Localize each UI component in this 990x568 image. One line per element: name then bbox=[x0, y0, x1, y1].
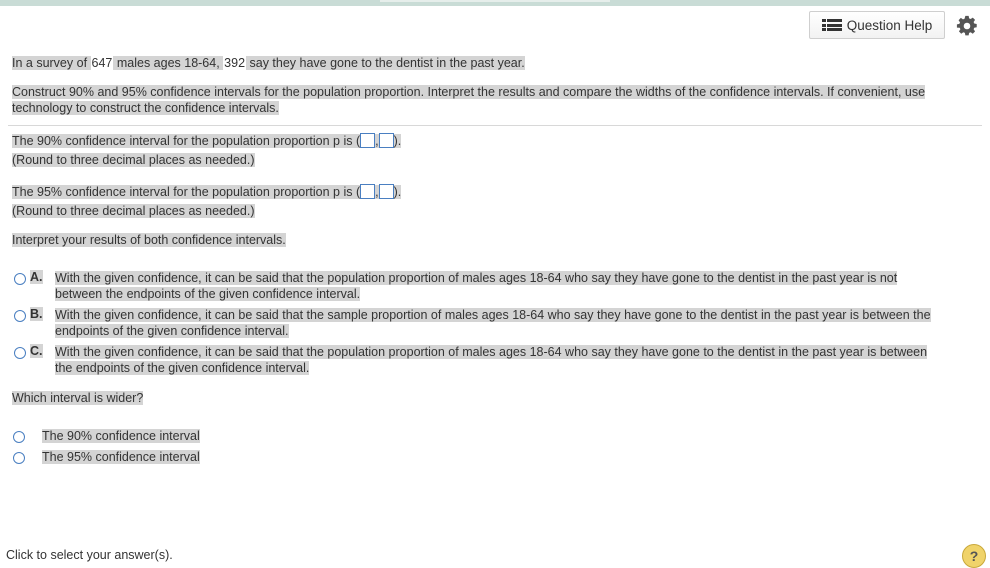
task-line-2: technology to construct the confidence i… bbox=[12, 100, 279, 116]
wider-prompt-text: Which interval is wider? bbox=[12, 391, 144, 405]
ci90-note-text: (Round to three decimal places as needed… bbox=[12, 153, 255, 167]
top-tab-strip bbox=[380, 0, 610, 2]
option-b-letter: B. bbox=[30, 307, 43, 321]
question-help-button[interactable]: Question Help bbox=[809, 11, 945, 39]
ci95-lower-input[interactable] bbox=[360, 184, 376, 199]
ci95-question: The 95% confidence interval for the popu… bbox=[12, 184, 402, 200]
wider-95-label: The 95% confidence interval bbox=[42, 450, 200, 464]
divider bbox=[8, 125, 982, 126]
problem-statement: In a survey of 647 males ages 18-64, 392… bbox=[12, 55, 525, 71]
wider-90-radio[interactable] bbox=[13, 431, 25, 443]
ci95-note: (Round to three decimal places as needed… bbox=[12, 203, 255, 219]
intro-text-end: say they have gone to the dentist in the… bbox=[246, 56, 525, 70]
gear-icon[interactable] bbox=[956, 15, 978, 37]
list-icon bbox=[821, 19, 842, 31]
intro-text: In a survey of bbox=[12, 56, 91, 70]
interpret-prompt-text: Interpret your results of both confidenc… bbox=[12, 233, 286, 247]
option-a-radio[interactable] bbox=[14, 273, 26, 285]
ci95-close: ). bbox=[393, 185, 402, 199]
instruction-text: Click to select your answer(s). bbox=[6, 548, 173, 562]
option-b-text-2: endpoints of the given confidence interv… bbox=[55, 324, 289, 338]
ci90-prompt: The 90% confidence interval for the popu… bbox=[12, 134, 361, 148]
question-help-label: Question Help bbox=[846, 17, 933, 33]
option-c-text-1: With the given confidence, it can be sai… bbox=[55, 345, 928, 359]
ci90-lower-input[interactable] bbox=[360, 133, 376, 148]
ci95-upper-input[interactable] bbox=[378, 184, 394, 199]
option-b-text-1: With the given confidence, it can be sai… bbox=[55, 308, 931, 322]
ci95-note-text: (Round to three decimal places as needed… bbox=[12, 204, 255, 218]
ci90-close: ). bbox=[393, 134, 402, 148]
task-text-1: Construct 90% and 95% confidence interva… bbox=[12, 85, 926, 99]
option-b-radio[interactable] bbox=[14, 310, 26, 322]
wider-90-label: The 90% confidence interval bbox=[42, 429, 200, 443]
ci90-question: The 90% confidence interval for the popu… bbox=[12, 133, 402, 149]
intro-text-mid: males ages 18-64, bbox=[113, 56, 224, 70]
ci90-note: (Round to three decimal places as needed… bbox=[12, 152, 255, 168]
task-text-2: technology to construct the confidence i… bbox=[12, 101, 279, 115]
wider-prompt: Which interval is wider? bbox=[12, 390, 144, 406]
option-c-text-2: the endpoints of the given confidence in… bbox=[55, 361, 310, 375]
option-a-letter: A. bbox=[30, 270, 43, 284]
sample-size-value: 647 bbox=[90, 56, 114, 70]
top-bar bbox=[0, 0, 990, 6]
option-c-radio[interactable] bbox=[14, 347, 26, 359]
task-line-1: Construct 90% and 95% confidence interva… bbox=[12, 84, 926, 100]
option-a-text-1: With the given confidence, it can be sai… bbox=[55, 271, 898, 285]
ci90-upper-input[interactable] bbox=[378, 133, 394, 148]
option-c-letter: C. bbox=[30, 344, 43, 358]
wider-95-radio[interactable] bbox=[13, 452, 25, 464]
interpret-prompt: Interpret your results of both confidenc… bbox=[12, 232, 286, 248]
option-a-text-2: between the endpoints of the given confi… bbox=[55, 287, 361, 301]
help-icon[interactable]: ? bbox=[962, 544, 986, 568]
ci95-prompt: The 95% confidence interval for the popu… bbox=[12, 185, 361, 199]
success-count-value: 392 bbox=[223, 56, 247, 70]
